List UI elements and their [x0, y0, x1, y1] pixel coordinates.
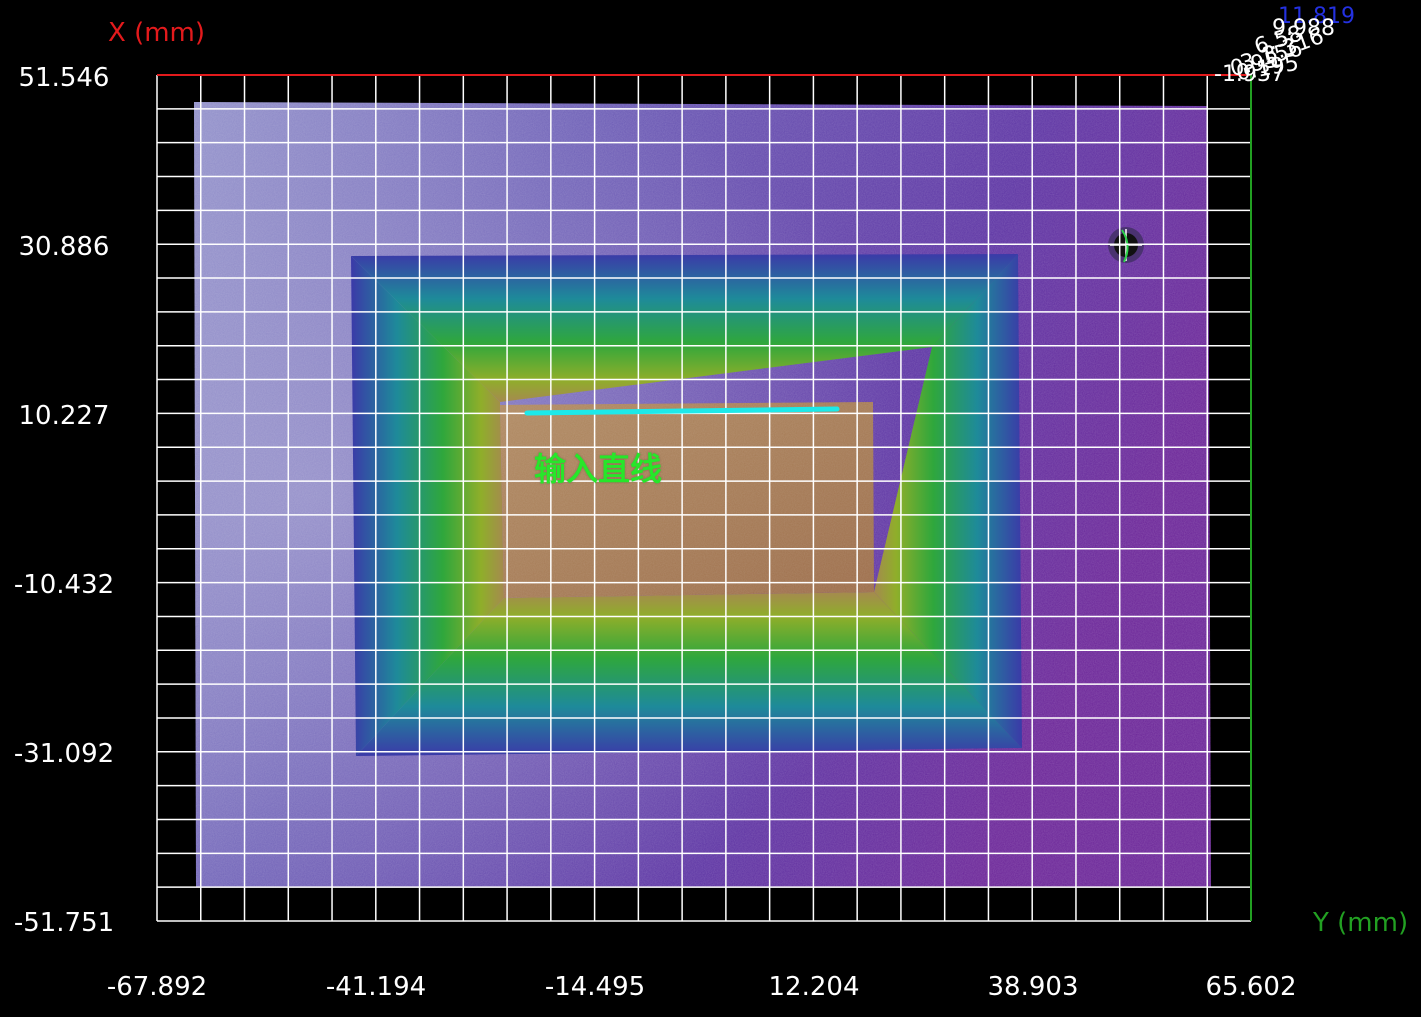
- hole-marker: [1108, 227, 1144, 263]
- horizontal-tick-label: 65.602: [1205, 972, 1297, 1002]
- vertical-tick-label: 30.886: [18, 232, 110, 262]
- horizontal-tick-label: 38.903: [987, 972, 1079, 1002]
- y-axis-title: Y (mm): [1313, 908, 1409, 938]
- vertical-tick-label: 51.546: [18, 63, 110, 93]
- horizontal-tick-label: -14.495: [544, 972, 646, 1002]
- horizontal-tick-label: -41.194: [325, 972, 427, 1002]
- x-axis-title: X (mm): [108, 18, 206, 48]
- height-label: -1.937: [1214, 62, 1285, 87]
- raised-frustum: [351, 254, 1022, 756]
- input-line-label: 输入直线: [534, 450, 663, 488]
- vertical-tick-label: -51.751: [13, 908, 115, 938]
- horizontal-tick-label: -67.892: [106, 972, 208, 1002]
- vertical-tick-label: 10.227: [18, 401, 110, 431]
- vertical-tick-label: -31.092: [13, 739, 115, 769]
- plot-area[interactable]: [0, 0, 1421, 1017]
- horizontal-tick-label: 12.204: [768, 972, 860, 1002]
- vertical-tick-label: -10.432: [13, 570, 115, 600]
